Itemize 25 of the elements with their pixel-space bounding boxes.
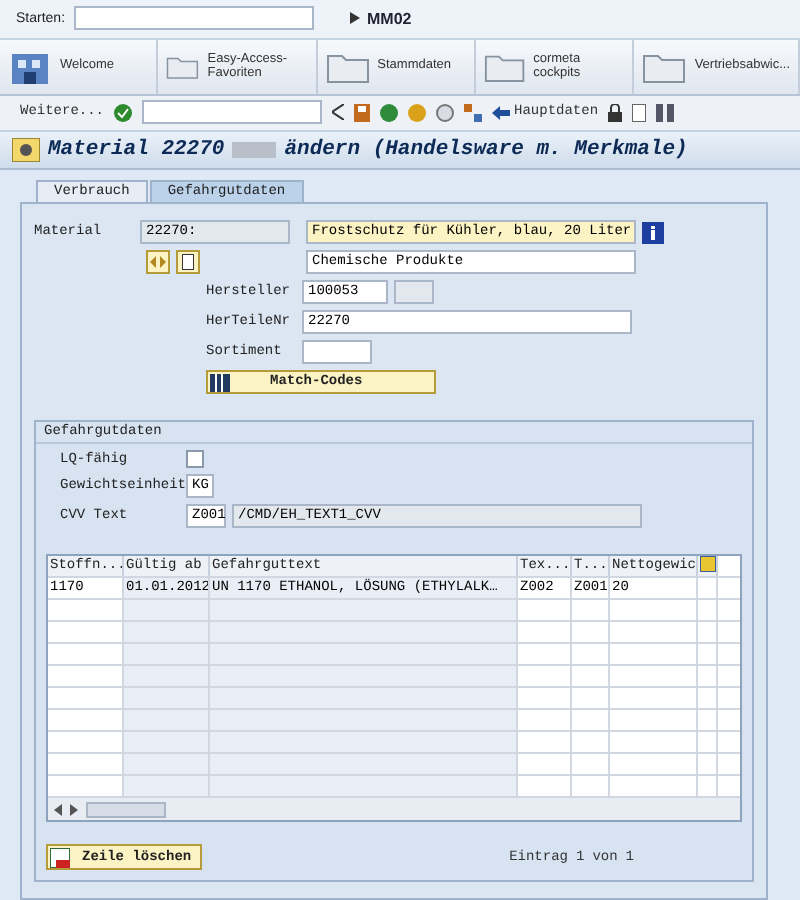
- delete-row-icon: [50, 847, 70, 868]
- screen-title: Material 22270: [48, 137, 225, 162]
- check-icon[interactable]: [114, 103, 133, 122]
- document-button[interactable]: [176, 250, 200, 275]
- scroll-left-icon[interactable]: [54, 803, 62, 816]
- transaction-code: MM02: [367, 9, 412, 28]
- checkbox[interactable]: [186, 450, 204, 469]
- scroll-right-icon[interactable]: [70, 803, 78, 816]
- arrows-icon: [150, 256, 166, 269]
- command-field[interactable]: [73, 6, 314, 31]
- play-icon[interactable]: [349, 12, 360, 25]
- arrow-left-icon: [492, 105, 511, 120]
- redacted-block: [232, 141, 277, 158]
- info-icon[interactable]: [642, 221, 664, 244]
- object-icon[interactable]: [12, 137, 40, 162]
- grid-icon: [210, 373, 230, 392]
- redacted-field: [394, 280, 434, 305]
- lock-icon[interactable]: [608, 103, 623, 122]
- screen-title: ändern (Handelsware m. Merkmale): [284, 137, 688, 162]
- scroll-thumb[interactable]: [86, 801, 166, 818]
- save-icon[interactable]: [354, 103, 371, 122]
- assortment-field[interactable]: [302, 340, 372, 365]
- document-icon: [182, 254, 194, 271]
- back-icon[interactable]: [332, 104, 345, 121]
- page-icon[interactable]: [632, 103, 647, 122]
